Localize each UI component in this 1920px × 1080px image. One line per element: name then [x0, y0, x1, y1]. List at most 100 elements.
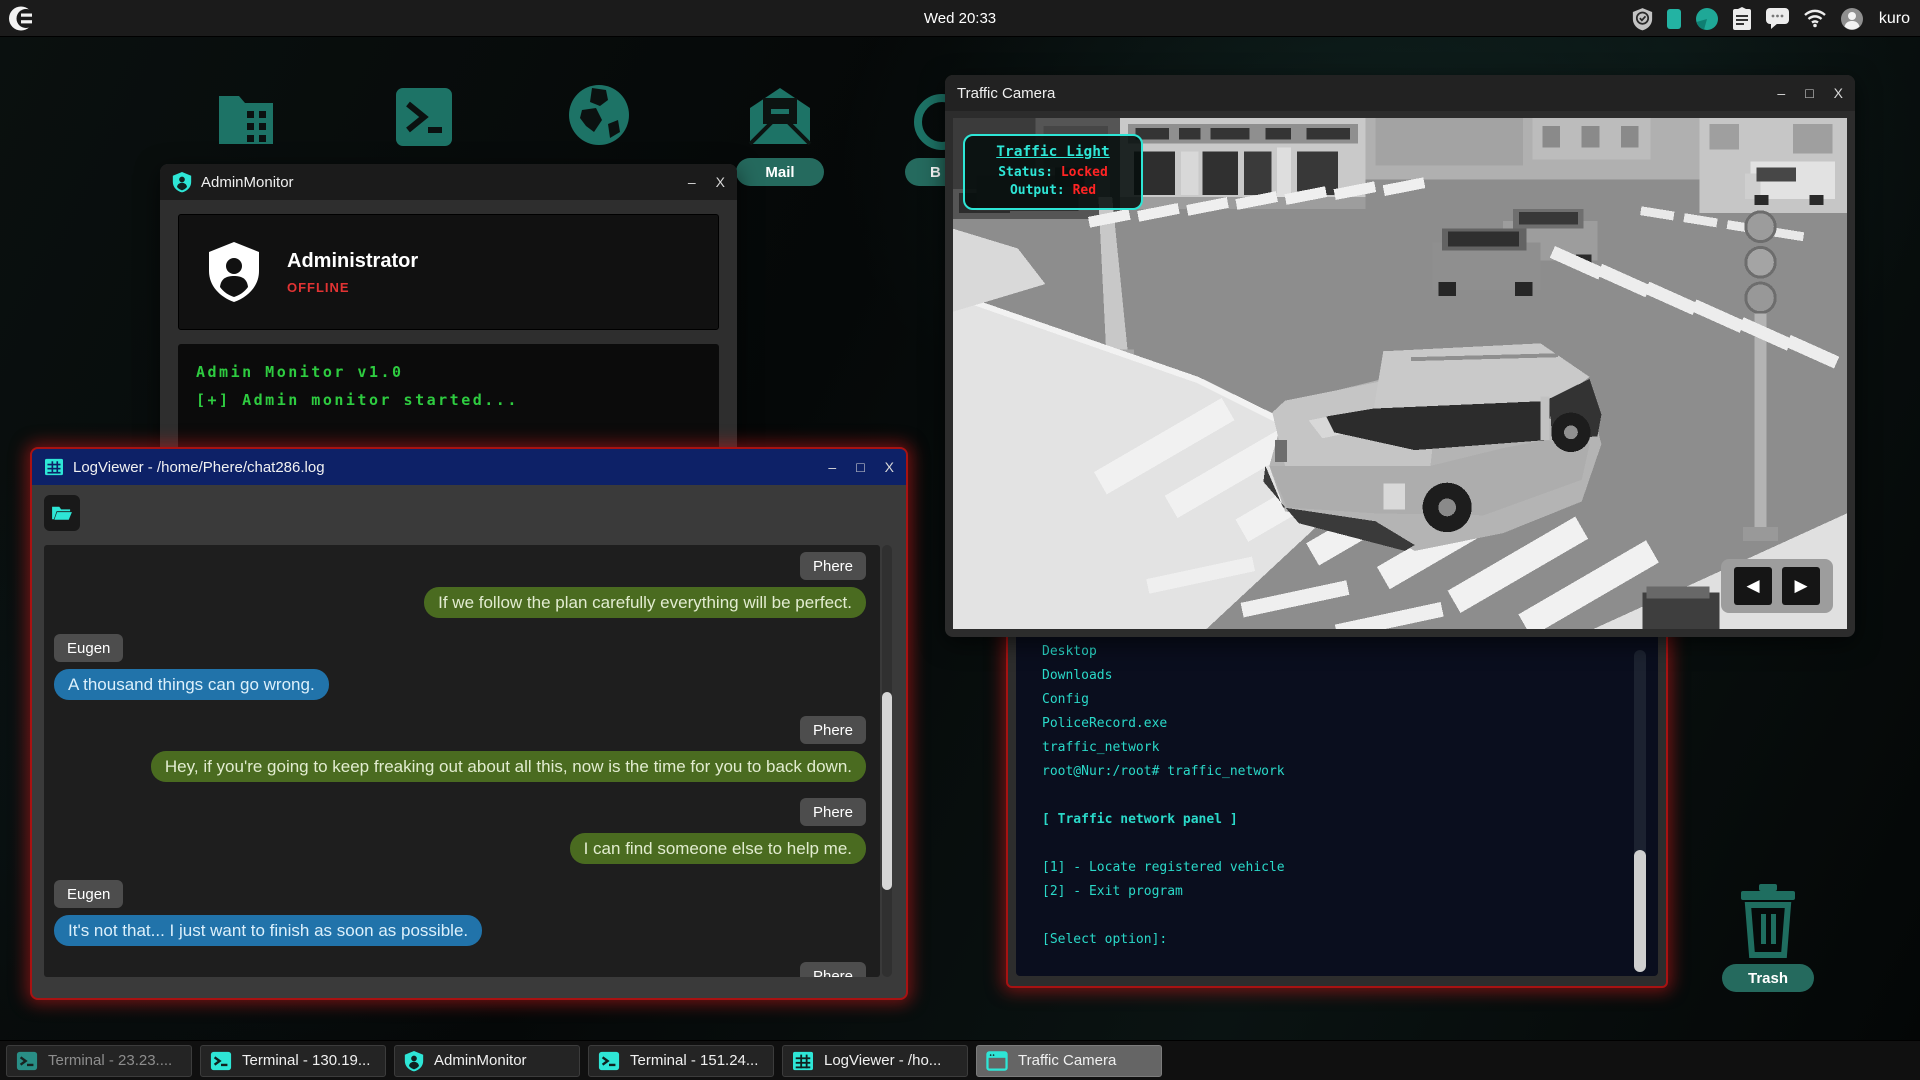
trash[interactable]: Trash	[1722, 884, 1814, 992]
window-log-viewer: LogViewer - /home/Phere/chat286.log – □ …	[30, 447, 908, 1000]
status-label: Status:	[998, 165, 1053, 180]
desktop-icon-mail[interactable]	[744, 84, 816, 152]
chat-sender-tag: Phere	[800, 552, 866, 580]
prev-camera-button[interactable]: ◀	[1734, 567, 1772, 605]
terminal-icon	[16, 1050, 38, 1072]
admin-monitor-titlebar[interactable]: AdminMonitor – X	[160, 164, 737, 200]
chat-sender-tag: Eugen	[54, 880, 123, 908]
taskbar-item-label: AdminMonitor	[434, 1052, 527, 1069]
taskbar-item-label: Terminal - 151.24...	[630, 1052, 758, 1069]
traffic-camera-titlebar[interactable]: Traffic Camera – □ X	[945, 75, 1855, 111]
minimize-button[interactable]: –	[688, 175, 696, 189]
terminal-icon	[210, 1050, 232, 1072]
admin-profile-card: Administrator OFFLINE	[178, 214, 719, 330]
chat-scrollbar-thumb[interactable]	[882, 692, 892, 890]
minimize-button[interactable]: –	[1777, 86, 1785, 100]
taskbar-item-admin-monitor[interactable]: AdminMonitor	[394, 1045, 580, 1077]
globe-icon	[564, 80, 634, 150]
trash-label: Trash	[1722, 964, 1814, 992]
chat-sender-tag: Phere	[800, 962, 866, 977]
disk-usage-icon[interactable]	[1695, 7, 1719, 31]
terminal-scrollbar[interactable]	[1634, 650, 1646, 960]
next-camera-button[interactable]: ▶	[1782, 567, 1820, 605]
terminal-select-prompt: [Select option]:	[1042, 928, 1618, 952]
log-viewer-titlebar[interactable]: LogViewer - /home/Phere/chat286.log – □ …	[32, 449, 906, 485]
terminal-line: Config	[1042, 688, 1618, 712]
chat-message: Eugen It's not that... I just want to fi…	[54, 880, 866, 946]
taskbar-item-terminal-3[interactable]: Terminal - 151.24...	[588, 1045, 774, 1077]
battery-icon[interactable]	[1666, 8, 1682, 30]
system-tray: kuro	[1632, 0, 1910, 37]
taskbar-item-label: LogViewer - /ho...	[824, 1052, 941, 1069]
mail-icon	[744, 84, 816, 152]
chat-bubble: It's not that... I just want to finish a…	[54, 915, 482, 946]
close-button[interactable]: X	[716, 175, 725, 189]
shield-user-icon	[172, 171, 192, 193]
chat-message: Phere If we follow the plan carefully ev…	[54, 552, 866, 618]
output-label: Output:	[1010, 183, 1065, 198]
wifi-icon[interactable]	[1803, 9, 1827, 28]
terminal-line: Desktop	[1042, 640, 1618, 664]
chat-message: Eugen A thousand things can go wrong.	[54, 634, 866, 700]
chat-sender-tag: Phere	[800, 798, 866, 826]
trash-icon	[1737, 884, 1799, 958]
desktop-icon-browser[interactable]	[564, 80, 634, 150]
output-value: Red	[1073, 183, 1096, 198]
taskbar: Terminal - 23.23.... Terminal - 130.19..…	[0, 1040, 1920, 1080]
shield-check-icon[interactable]	[1632, 7, 1653, 31]
terminal-line	[1042, 832, 1618, 856]
taskbar-item-terminal-2[interactable]: Terminal - 130.19...	[200, 1045, 386, 1077]
terminal-panel-header: [ Traffic network panel ]	[1042, 808, 1618, 832]
taskbar-item-terminal-1[interactable]: Terminal - 23.23....	[6, 1045, 192, 1077]
username[interactable]: kuro	[1879, 10, 1910, 28]
folder-files-icon	[214, 86, 278, 152]
taskbar-item-label: Traffic Camera	[1018, 1052, 1116, 1069]
camera-nav: ◀ ▶	[1721, 559, 1833, 613]
chat-bubble: A thousand things can go wrong.	[54, 669, 329, 700]
traffic-light-title: Traffic Light	[971, 144, 1135, 160]
taskbar-item-label: Terminal - 130.19...	[242, 1052, 370, 1069]
maximize-button[interactable]: □	[856, 460, 864, 474]
os-logo-icon[interactable]	[8, 5, 35, 32]
terminal-icon	[598, 1050, 620, 1072]
close-button[interactable]: X	[1834, 86, 1843, 100]
taskbar-item-traffic-camera[interactable]: Traffic Camera	[976, 1045, 1162, 1077]
terminal-menu-option: [1] - Locate registered vehicle	[1042, 856, 1618, 880]
avatar[interactable]	[1840, 7, 1864, 31]
minimize-button[interactable]: –	[828, 460, 836, 474]
clipboard-icon[interactable]	[1732, 7, 1752, 31]
terminal-scrollbar-thumb[interactable]	[1634, 850, 1646, 972]
window-title: LogViewer - /home/Phere/chat286.log	[73, 459, 325, 476]
taskbar-item-label: Terminal - 23.23....	[48, 1052, 172, 1069]
camera-feed: Traffic Light Status: Locked Output: Red…	[953, 118, 1847, 629]
chat-bubble: Hey, if you're going to keep freaking ou…	[151, 751, 866, 782]
terminal-text: Desktop Downloads Config PoliceRecord.ex…	[1042, 640, 1618, 952]
terminal-icon	[392, 84, 456, 150]
admin-shield-icon	[207, 241, 261, 303]
camera-window-icon	[986, 1051, 1008, 1071]
chat-scrollbar[interactable]	[882, 545, 892, 977]
desktop-label-mail[interactable]: Mail	[736, 158, 824, 186]
shield-user-icon	[404, 1050, 424, 1072]
chat-sender-tag: Eugen	[54, 634, 123, 662]
terminal-menu-option: [2] - Exit program	[1042, 880, 1618, 904]
chat-log-area[interactable]: Phere If we follow the plan carefully ev…	[44, 545, 880, 977]
close-button[interactable]: X	[885, 460, 894, 474]
traffic-light-overlay: Traffic Light Status: Locked Output: Red	[963, 134, 1143, 210]
terminal-line	[1042, 784, 1618, 808]
chat-message: Phere Hey, if you're going to keep freak…	[54, 716, 866, 782]
terminal-prompt-line: root@Nur:/root# traffic_network	[1042, 760, 1618, 784]
admin-terminal-line: [+] Admin monitor started...	[196, 386, 701, 414]
open-file-button[interactable]	[44, 495, 80, 531]
maximize-button[interactable]: □	[1805, 86, 1813, 100]
window-traffic-camera: Traffic Camera – □ X	[945, 75, 1855, 637]
chat-message: Phere	[54, 962, 866, 977]
admin-profile-status: OFFLINE	[287, 280, 418, 295]
terminal-line	[1042, 904, 1618, 928]
taskbar-item-log-viewer[interactable]: LogViewer - /ho...	[782, 1045, 968, 1077]
terminal-line: traffic_network	[1042, 736, 1618, 760]
desktop-icon-files[interactable]	[214, 86, 278, 152]
desktop-icon-terminal[interactable]	[392, 84, 456, 150]
messages-icon[interactable]	[1765, 7, 1790, 30]
admin-terminal-line: Admin Monitor v1.0	[196, 358, 701, 386]
